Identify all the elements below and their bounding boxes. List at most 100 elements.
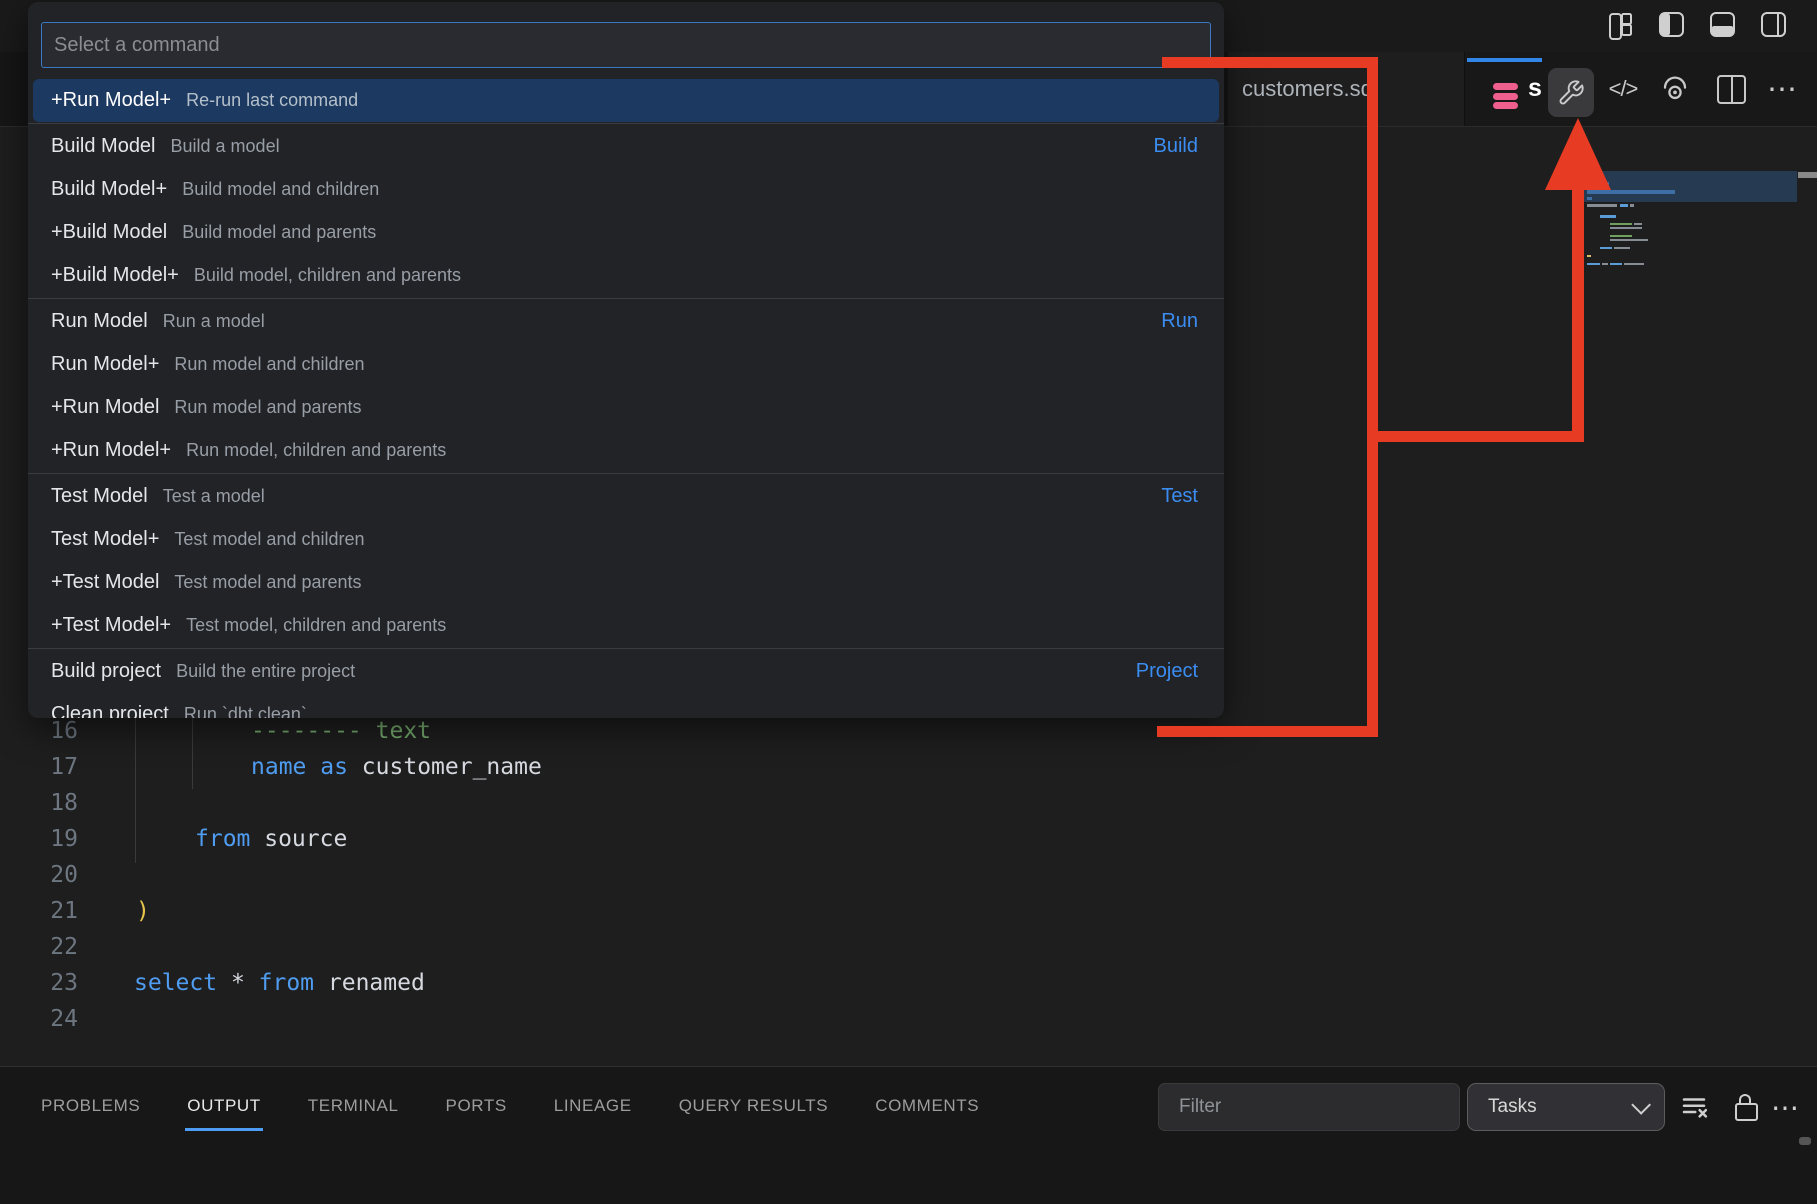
active-view-indicator	[1467, 58, 1542, 62]
compiled-code-icon[interactable]: </>	[1605, 52, 1641, 126]
command-item[interactable]: +Run ModelRun model and parents	[28, 386, 1224, 429]
lock-icon[interactable]	[1728, 1083, 1764, 1131]
tasks-dropdown[interactable]: Tasks	[1467, 1083, 1665, 1131]
code-line: 23 select * from renamed	[0, 965, 1500, 1001]
command-description: Build model, children and parents	[194, 265, 461, 286]
customize-layout-icon[interactable]	[1607, 11, 1634, 38]
panel-tab-ports[interactable]: PORTS	[446, 1083, 507, 1129]
code-text: select * from renamed	[134, 965, 425, 1001]
annotation-line-vertical	[1367, 57, 1378, 737]
toggle-panel-icon[interactable]	[1709, 11, 1736, 38]
panel-tab-terminal[interactable]: TERMINAL	[308, 1083, 399, 1129]
dbt-actions-button[interactable]	[1548, 68, 1594, 117]
line-number: 23	[0, 965, 78, 1001]
command-separator	[28, 473, 1224, 474]
minimap-line	[1587, 197, 1592, 200]
minimap-line	[1614, 247, 1630, 249]
command-item[interactable]: +Test Model+Test model, children and par…	[28, 604, 1224, 647]
minimap-line	[1600, 215, 1616, 218]
code-line: 21)	[0, 893, 1500, 929]
database-icon[interactable]	[1493, 83, 1518, 112]
command-separator	[28, 123, 1224, 124]
command-item[interactable]: Clean projectRun `dbt clean`	[28, 693, 1224, 718]
command-item[interactable]: Test Model+Test model and children	[28, 518, 1224, 561]
panel-tab-problems[interactable]: PROBLEMS	[41, 1083, 140, 1129]
indent-guide	[192, 713, 193, 789]
command-name: Build project	[51, 660, 161, 683]
command-item[interactable]: Build Model+Build model and children	[28, 168, 1224, 211]
line-number: 18	[0, 785, 78, 821]
command-name: Test Model+	[51, 528, 159, 551]
command-item[interactable]: +Build Model Build model and parents	[28, 211, 1224, 254]
panel-tab-comments[interactable]: COMMENTS	[875, 1083, 979, 1129]
command-description: Run model, children and parents	[186, 440, 446, 461]
command-item[interactable]: Run ModelRun a modelRun	[28, 300, 1224, 343]
command-name: Clean project	[51, 703, 169, 718]
command-item[interactable]: Run Model+ Run model and children	[28, 343, 1224, 386]
minimap-selection[interactable]	[1583, 171, 1797, 202]
panel-tab-lineage[interactable]: LINEAGE	[554, 1083, 632, 1129]
minimap-line	[1620, 204, 1628, 207]
minimap-line	[1634, 223, 1642, 225]
command-name: Run Model+	[51, 353, 159, 376]
command-name: +Run Model+	[51, 89, 171, 112]
command-description: Re-run last command	[186, 90, 358, 111]
preview-icon[interactable]	[1657, 52, 1693, 126]
more-actions-icon[interactable]: ⋯	[1763, 52, 1803, 126]
command-list: +Run Model+ Re-run last command Build Mode…	[28, 79, 1224, 718]
line-number: 16	[0, 713, 78, 749]
panel-tab-query-results[interactable]: QUERY RESULTS	[679, 1083, 829, 1129]
editor-toolbar: s </> ⋯	[1465, 52, 1817, 126]
command-item[interactable]: Test ModelTest a modelTest	[28, 475, 1224, 518]
command-description: Test model and parents	[174, 572, 361, 593]
command-item[interactable]: +Run Model+Run model, children and paren…	[28, 429, 1224, 472]
command-description: Run model and children	[174, 354, 364, 375]
command-name: +Build Model	[51, 221, 167, 244]
command-palette: +Run Model+ Re-run last command Build Mode…	[28, 2, 1224, 718]
command-item[interactable]: Build ModelBuild a modelBuild	[28, 125, 1224, 168]
minimap-line	[1587, 263, 1600, 265]
annotation-line-top	[1162, 57, 1374, 68]
code-line: 17name as customer_name	[0, 749, 1500, 785]
command-item[interactable]: +Build Model+ Build model, children and p…	[28, 254, 1224, 297]
code-line: 24	[0, 1001, 1500, 1037]
minimap-line	[1610, 223, 1632, 225]
code-line: 20	[0, 857, 1500, 893]
toggle-secondary-sidebar-icon[interactable]	[1760, 11, 1787, 38]
command-description: Test a model	[163, 486, 265, 507]
command-item[interactable]: +Test Model Test model and parents	[28, 561, 1224, 604]
panel-more-actions-icon[interactable]: ⋯	[1766, 1083, 1806, 1131]
command-description: Build model and parents	[182, 222, 376, 243]
command-item[interactable]: Build projectBuild the entire projectPro…	[28, 650, 1224, 693]
split-editor-icon[interactable]	[1713, 52, 1749, 126]
panel-tabs: PROBLEMS OUTPUT TERMINAL PORTS LINEAGE QUERY …	[41, 1083, 979, 1129]
command-description: Test model, children and parents	[186, 615, 446, 636]
toggle-sidebar-icon[interactable]	[1658, 11, 1685, 38]
panel-scrollbar[interactable]	[1799, 1137, 1811, 1145]
line-number: 21	[0, 893, 78, 929]
indent-guide	[135, 713, 136, 863]
command-item[interactable]: +Run Model+ Re-run last command	[33, 79, 1219, 122]
vscode-window: customers.sql s </> ⋯ 16	[0, 0, 1817, 1204]
command-name: Build Model	[51, 135, 156, 158]
command-description: Build the entire project	[176, 661, 355, 682]
filter-input[interactable]	[1158, 1083, 1460, 1131]
command-description: Run model and parents	[174, 397, 361, 418]
command-input[interactable]	[41, 22, 1211, 68]
minimap-line	[1610, 235, 1632, 237]
code-text: from source	[195, 821, 347, 857]
chevron-down-icon	[1631, 1095, 1651, 1115]
minimap-line	[1602, 263, 1608, 265]
clear-output-icon[interactable]	[1676, 1083, 1712, 1131]
command-name: +Build Model+	[51, 264, 179, 287]
command-separator	[28, 298, 1224, 299]
command-group-badge: Build	[1154, 135, 1198, 158]
minimap-line	[1610, 239, 1648, 241]
command-name: +Test Model	[51, 571, 159, 594]
command-description: Build model and children	[182, 179, 379, 200]
toolbar-s-label: s	[1528, 74, 1542, 103]
annotation-arrow-shaft	[1572, 186, 1584, 442]
minimap-line	[1587, 204, 1617, 207]
panel-tab-output[interactable]: OUTPUT	[187, 1083, 260, 1129]
layout-controls	[1607, 11, 1787, 38]
